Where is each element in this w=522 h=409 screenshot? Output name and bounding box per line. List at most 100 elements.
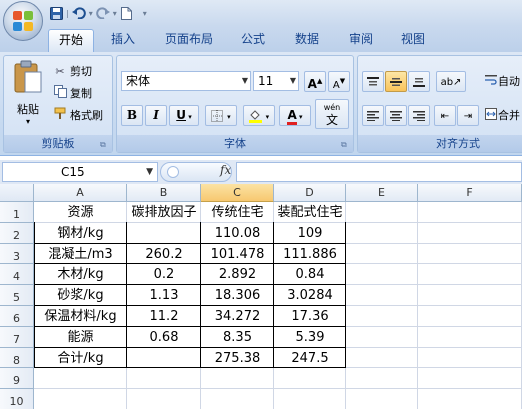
font-size-select[interactable]: 11 ▼ <box>253 71 299 91</box>
format-painter-button[interactable]: 格式刷 <box>52 106 103 124</box>
cell-d2[interactable]: 109 <box>274 225 346 244</box>
customize-toolbar-icon[interactable]: ▾ <box>143 9 147 18</box>
row-header-5[interactable]: 5 <box>0 285 34 306</box>
align-bottom-button[interactable] <box>408 71 430 92</box>
cell-c8[interactable]: 275.38 <box>201 350 274 369</box>
undo-icon[interactable] <box>71 5 87 21</box>
office-button[interactable] <box>3 1 43 41</box>
paste-button[interactable]: 粘贴 ▾ <box>10 60 46 132</box>
cell-c4[interactable]: 2.892 <box>201 266 274 285</box>
save-icon[interactable] <box>48 5 64 21</box>
phonetic-char: 文 <box>325 113 338 127</box>
cell-d7[interactable]: 5.39 <box>274 329 346 348</box>
cell-b3[interactable]: 260.2 <box>127 246 201 265</box>
cell-a8[interactable]: 合计/kg <box>34 350 127 369</box>
new-document-icon[interactable] <box>119 5 135 21</box>
cell-c6[interactable]: 34.272 <box>201 308 274 327</box>
shrink-font-button[interactable]: A▼ <box>328 71 350 92</box>
gridline <box>34 388 522 390</box>
grow-font-button[interactable]: A▲ <box>304 71 326 92</box>
row-header-6[interactable]: 6 <box>0 306 34 327</box>
column-header-e[interactable]: E <box>346 184 418 202</box>
cell-c3[interactable]: 101.478 <box>201 246 274 265</box>
tab-view[interactable]: 视图 <box>394 29 432 52</box>
tab-insert[interactable]: 插入 <box>104 29 142 52</box>
column-header-a[interactable]: A <box>34 184 127 202</box>
shrink-font-label: A <box>332 80 340 91</box>
cut-button[interactable]: ✂ 剪切 <box>52 62 92 80</box>
cell-b5[interactable]: 1.13 <box>127 287 201 306</box>
cell-a3[interactable]: 混凝土/m3 <box>34 246 127 265</box>
copy-button[interactable]: 复制 <box>52 84 92 102</box>
undo-dropdown-icon[interactable]: ▾ <box>89 9 93 18</box>
name-box[interactable]: C15 ▼ <box>2 162 158 182</box>
wrap-text-button[interactable]: 自动 <box>484 73 520 89</box>
increase-indent-button[interactable]: ⇥ <box>457 105 479 126</box>
decrease-indent-button[interactable]: ⇤ <box>434 105 456 126</box>
select-all-corner[interactable] <box>0 184 34 202</box>
underline-button[interactable]: U ▾ <box>169 105 199 126</box>
redo-dropdown-icon[interactable]: ▾ <box>113 9 117 18</box>
row-header-3[interactable]: 3 <box>0 243 34 265</box>
column-header-d[interactable]: D <box>274 184 346 202</box>
cell-c7[interactable]: 8.35 <box>201 329 274 348</box>
cell-b1[interactable]: 碳排放因子 <box>127 204 201 223</box>
cut-label: 剪切 <box>70 65 92 78</box>
column-header-c[interactable]: C <box>201 184 274 202</box>
cell-a1[interactable]: 资源 <box>34 204 127 223</box>
cell-a2[interactable]: 钢材/kg <box>34 225 127 244</box>
cell-a5[interactable]: 砂浆/kg <box>34 287 127 306</box>
tab-home[interactable]: 开始 <box>48 29 94 52</box>
tab-formulas[interactable]: 公式 <box>234 29 272 52</box>
worksheet-grid: A B C D E F 1 2 3 4 5 6 7 8 9 10 资源 碳排放因子 传统住宅 装配式住宅钢材/kg 11… <box>0 184 522 409</box>
font-name-select[interactable]: 宋体 ▼ <box>121 71 251 91</box>
cell-d4[interactable]: 0.84 <box>274 266 346 285</box>
align-center-button[interactable] <box>385 105 407 126</box>
cell-b7[interactable]: 0.68 <box>127 329 201 348</box>
cell-d8[interactable]: 247.5 <box>274 350 346 369</box>
redo-icon[interactable] <box>95 5 111 21</box>
insert-function-button[interactable]: fx <box>220 163 231 177</box>
tab-data[interactable]: 数据 <box>288 29 326 52</box>
phonetic-guide-button[interactable]: wén 文 <box>315 99 349 129</box>
column-header-b[interactable]: B <box>127 184 201 202</box>
column-header-f[interactable]: F <box>418 184 522 202</box>
align-middle-button[interactable] <box>385 71 407 92</box>
cell-b6[interactable]: 11.2 <box>127 308 201 327</box>
clipboard-launcher-icon[interactable]: ⧉ <box>100 140 109 149</box>
cell-c2[interactable]: 110.08 <box>201 225 274 244</box>
row-header-10[interactable]: 10 <box>0 389 34 409</box>
borders-button[interactable]: ▾ <box>205 105 237 126</box>
cell-d5[interactable]: 3.0284 <box>274 287 346 306</box>
row-header-1[interactable]: 1 <box>0 202 34 223</box>
row-header-7[interactable]: 7 <box>0 326 34 348</box>
tab-review[interactable]: 审阅 <box>342 29 380 52</box>
cell-d6[interactable]: 17.36 <box>274 308 346 327</box>
align-right-button[interactable] <box>408 105 430 126</box>
cell-d3[interactable]: 111.886 <box>274 246 346 265</box>
row-header-2[interactable]: 2 <box>0 222 34 244</box>
cell-c5[interactable]: 18.306 <box>201 287 274 306</box>
fill-color-button[interactable]: ▾ <box>243 105 275 126</box>
align-left-button[interactable] <box>362 105 384 126</box>
align-top-button[interactable] <box>362 71 384 92</box>
align-center-icon <box>390 108 402 122</box>
font-color-button[interactable]: A ▾ <box>279 105 311 126</box>
cell-a7[interactable]: 能源 <box>34 329 127 348</box>
tab-page-layout[interactable]: 页面布局 <box>158 29 220 52</box>
cell-a6[interactable]: 保温材料/kg <box>34 308 127 327</box>
cell-a4[interactable]: 木材/kg <box>34 266 127 285</box>
orientation-button[interactable]: ab↗ <box>436 71 466 92</box>
row-header-4[interactable]: 4 <box>0 264 34 286</box>
cell-c1[interactable]: 传统住宅 <box>201 204 274 223</box>
row-header-9[interactable]: 9 <box>0 368 34 390</box>
italic-button[interactable]: I <box>145 105 167 126</box>
cell-b4[interactable]: 0.2 <box>127 266 201 285</box>
paste-icon <box>13 60 43 97</box>
font-launcher-icon[interactable]: ⧉ <box>341 140 350 149</box>
bold-button[interactable]: B <box>121 105 143 126</box>
merge-center-button[interactable]: 合并 <box>484 107 520 123</box>
cell-d1[interactable]: 装配式住宅 <box>271 204 349 223</box>
formula-input[interactable] <box>236 162 522 182</box>
row-header-8[interactable]: 8 <box>0 347 34 369</box>
